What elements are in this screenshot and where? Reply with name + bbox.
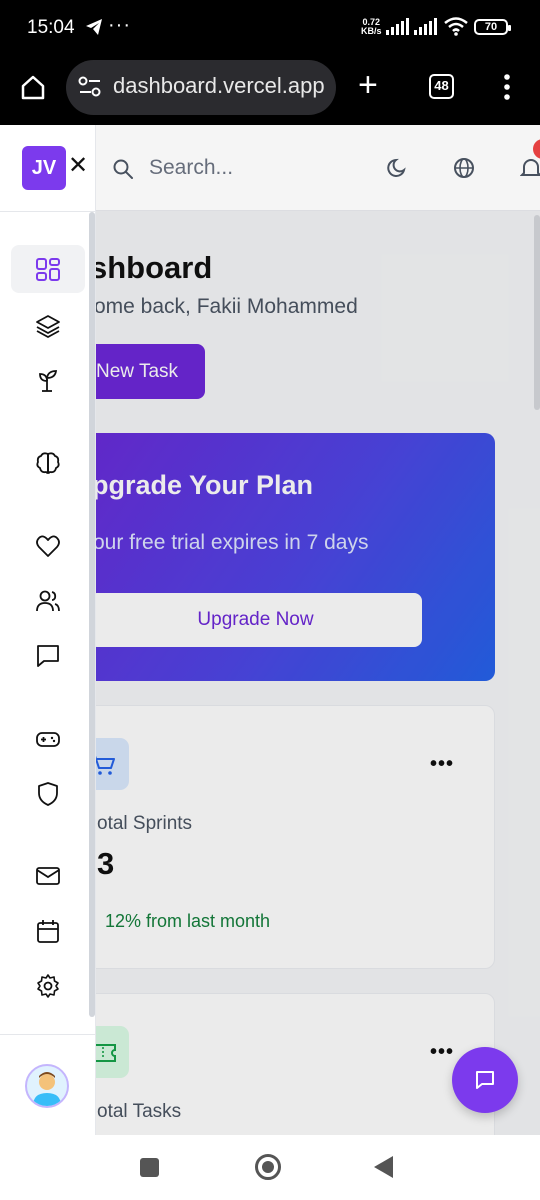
system-nav-bar: [0, 1135, 540, 1200]
layers-icon: [36, 315, 60, 339]
sprout-icon: [39, 370, 58, 392]
site-settings-icon[interactable]: [78, 76, 102, 98]
home-button[interactable]: [255, 1154, 281, 1180]
message-icon: [37, 645, 59, 667]
sidebar-item-users[interactable]: [11, 576, 85, 624]
sidebar-item-games[interactable]: [11, 714, 85, 762]
new-tab-button[interactable]: +: [358, 68, 378, 102]
wifi-icon: [444, 17, 468, 36]
shield-icon: [38, 782, 58, 806]
avatar[interactable]: [25, 1064, 69, 1108]
app-logo[interactable]: JV: [22, 146, 66, 190]
browser-toolbar: dashboard.vercel.app + 48: [0, 56, 540, 125]
status-bar: 15:04 ··· 0.72 KB/s 70: [0, 0, 540, 56]
sidebar-item-layers[interactable]: [11, 301, 85, 349]
dashboard-grid-icon: [36, 258, 60, 281]
heart-icon: [36, 535, 60, 557]
battery-icon: 70: [474, 19, 511, 35]
net-speed-unit: KB/s: [361, 26, 382, 36]
sidebar-item-dashboard[interactable]: [11, 245, 85, 293]
sidebar-item-calendar[interactable]: [11, 906, 85, 954]
brain-icon: [36, 452, 60, 474]
sidebar-item-settings[interactable]: [11, 961, 85, 1009]
gamepad-icon: [36, 732, 60, 747]
home-icon[interactable]: [19, 73, 47, 101]
more-dots-icon: ···: [108, 14, 131, 36]
sidebar: JV ✕: [0, 125, 96, 1135]
url-text[interactable]: dashboard.vercel.app: [113, 73, 325, 99]
users-icon: [36, 590, 60, 612]
sidebar-item-messages[interactable]: [11, 631, 85, 679]
sidebar-item-sprout[interactable]: [11, 355, 85, 403]
content-dim-overlay[interactable]: [96, 211, 540, 1135]
settings-icon: [37, 974, 59, 998]
sidebar-header: JV ✕: [0, 125, 96, 212]
menu-more-icon[interactable]: [503, 73, 511, 101]
status-time: 15:04: [27, 17, 75, 38]
sidebar-scrollbar[interactable]: [89, 212, 95, 1017]
sidebar-item-brain[interactable]: [11, 438, 85, 486]
recents-button[interactable]: [140, 1158, 159, 1177]
signal-icon: [386, 18, 409, 35]
chat-fab-button[interactable]: [452, 1047, 518, 1113]
sidebar-item-security[interactable]: [11, 769, 85, 817]
net-speed: 0.72 KB/s: [361, 18, 382, 36]
web-page: Search... shboard ome back, Fakii Mohamm…: [0, 125, 540, 1135]
telegram-icon: [86, 19, 102, 35]
header-dim-overlay: [96, 125, 540, 211]
sidebar-item-favorites[interactable]: [11, 521, 85, 569]
tab-switcher-button[interactable]: 48: [429, 74, 454, 99]
page-scrollbar[interactable]: [534, 215, 540, 410]
back-button[interactable]: [374, 1156, 393, 1178]
chat-icon: [476, 1071, 494, 1089]
calendar-icon: [37, 920, 59, 943]
sidebar-item-mail[interactable]: [11, 851, 85, 899]
mail-icon: [36, 867, 60, 885]
sidebar-footer: [0, 1034, 96, 1135]
signal-icon: [414, 18, 437, 35]
close-icon[interactable]: ✕: [68, 154, 88, 178]
